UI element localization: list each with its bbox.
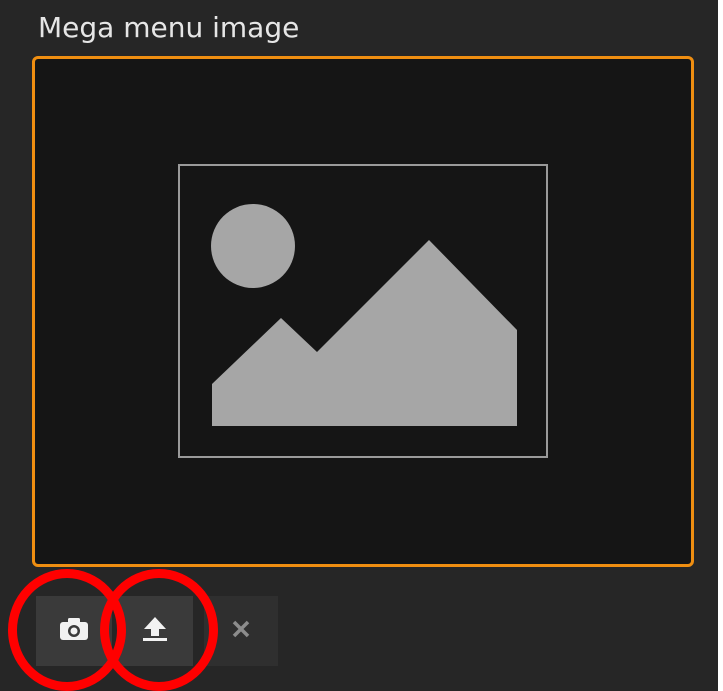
image-placeholder-icon [178,164,548,458]
close-icon [231,619,251,644]
upload-button[interactable] [117,596,193,666]
camera-button[interactable] [36,596,112,666]
image-field-panel: Mega menu image [0,0,718,691]
camera-icon [59,617,89,646]
upload-icon [142,616,168,647]
remove-image-button[interactable] [204,596,278,666]
field-label: Mega menu image [38,11,300,44]
